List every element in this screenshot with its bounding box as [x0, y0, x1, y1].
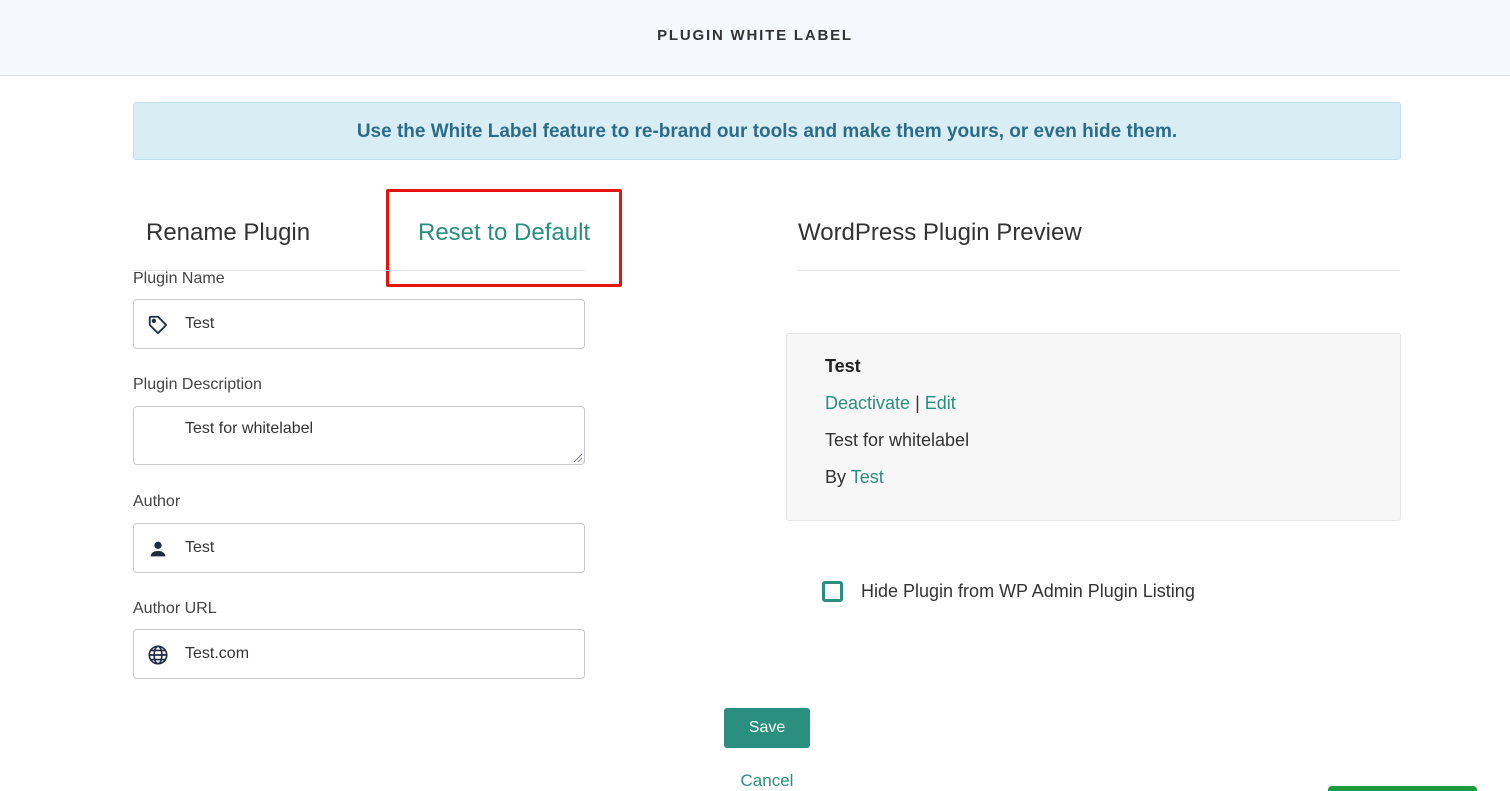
reset-to-default-link[interactable]: Reset to Default — [418, 219, 590, 247]
author-value: Test — [185, 539, 215, 556]
author-url-field[interactable]: Test.com — [133, 629, 585, 679]
hide-plugin-checkbox[interactable] — [822, 581, 843, 602]
preview-description: Test for whitelabel — [825, 430, 970, 450]
plugin-preview-heading: WordPress Plugin Preview — [798, 219, 1082, 246]
author-url-label: Author URL — [133, 600, 217, 617]
author-field[interactable]: Test — [133, 523, 585, 573]
action-separator: | — [915, 393, 920, 413]
deactivate-link[interactable]: Deactivate — [825, 393, 910, 413]
info-banner-text: Use the White Label feature to re-brand … — [356, 121, 1178, 142]
top-bar: PLUGIN WHITE LABEL — [0, 0, 1510, 76]
plugin-description-label: Plugin Description — [133, 376, 262, 393]
cancel-link-row: Cancel — [0, 771, 1510, 791]
hide-plugin-label[interactable]: Hide Plugin from WP Admin Plugin Listing — [861, 581, 1195, 602]
preview-author-line: By Test — [825, 467, 884, 488]
info-banner: Use the White Label feature to re-brand … — [133, 102, 1401, 160]
user-icon — [150, 541, 166, 557]
plugin-description-field[interactable]: Test for whitelabel — [133, 406, 585, 465]
preview-by-prefix: By — [825, 467, 847, 487]
preview-plugin-name: Test — [825, 356, 861, 376]
plugin-name-value: Test — [185, 315, 215, 332]
floating-widget-edge[interactable] — [1328, 786, 1477, 791]
author-label: Author — [133, 493, 181, 510]
preview-author-link[interactable]: Test — [851, 467, 884, 487]
tag-icon — [148, 315, 168, 335]
plugin-name-label: Plugin Name — [133, 270, 225, 287]
plugin-preview-card: Test Deactivate | Edit Test for whitelab… — [786, 333, 1401, 521]
plugin-name-field[interactable]: Test — [133, 299, 585, 349]
plugin-description-value: Test for whitelabel — [185, 420, 314, 437]
save-button[interactable]: Save — [724, 708, 810, 748]
preview-actions: Deactivate | Edit — [825, 393, 956, 414]
globe-icon — [148, 645, 168, 665]
edit-link[interactable]: Edit — [925, 393, 956, 413]
author-url-value: Test.com — [185, 645, 250, 662]
cancel-link[interactable]: Cancel — [741, 771, 794, 791]
resize-grip-icon[interactable] — [572, 452, 582, 462]
divider — [798, 270, 1400, 271]
page-title: PLUGIN WHITE LABEL — [657, 27, 853, 44]
rename-plugin-heading: Rename Plugin — [146, 219, 311, 246]
